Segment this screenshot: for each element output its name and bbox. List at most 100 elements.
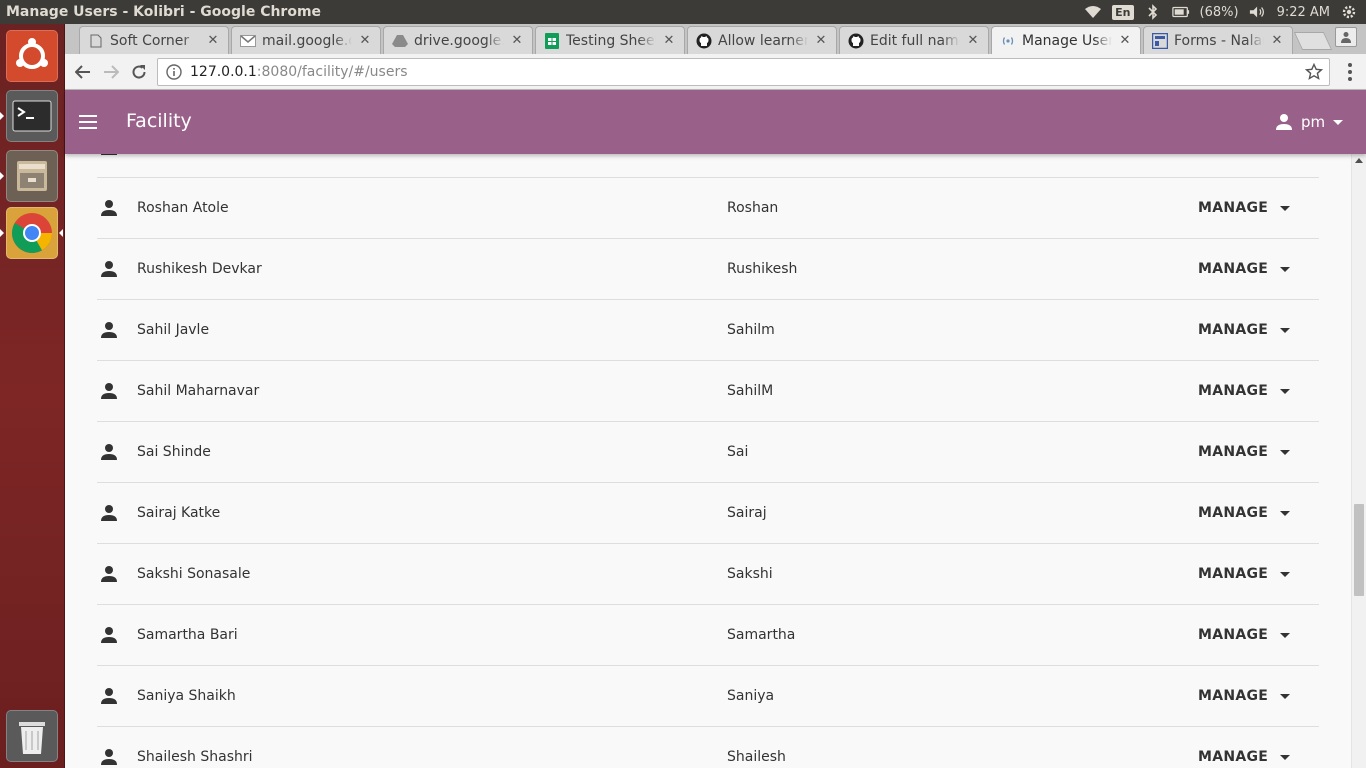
tab-testing-sheet[interactable]: Testing Sheet ✕ xyxy=(535,26,685,54)
chevron-down-icon xyxy=(1280,327,1291,333)
forward-arrow-icon[interactable] xyxy=(99,60,123,84)
trash-icon[interactable] xyxy=(6,710,58,762)
chevron-down-icon xyxy=(1280,388,1291,394)
manage-label: MANAGE xyxy=(1198,154,1268,155)
close-icon[interactable]: ✕ xyxy=(358,33,372,48)
tab-edit-full-name[interactable]: Edit full name ✕ xyxy=(839,26,989,54)
user-list: MANAGE Roshan Atole Roshan MANAGE Rushik… xyxy=(97,154,1319,768)
person-icon xyxy=(100,154,118,156)
back-arrow-icon[interactable] xyxy=(71,60,95,84)
manage-dropdown-button[interactable]: MANAGE xyxy=(1198,261,1291,277)
terminal-icon[interactable] xyxy=(6,90,58,142)
battery-icon[interactable] xyxy=(1171,4,1190,20)
person-icon xyxy=(100,199,118,217)
table-row: Sai Shinde Sai MANAGE xyxy=(97,422,1319,483)
manage-label: MANAGE xyxy=(1198,688,1269,704)
person-icon xyxy=(100,748,118,766)
manage-dropdown-button[interactable]: MANAGE xyxy=(1198,200,1291,216)
person-icon xyxy=(100,260,118,278)
tab-drive[interactable]: drive.google.com ✕ xyxy=(383,26,533,54)
user-username: Sairaj xyxy=(727,505,767,521)
manage-label: MANAGE xyxy=(1198,322,1269,338)
close-icon[interactable]: ✕ xyxy=(1270,33,1284,48)
github-icon xyxy=(848,33,864,49)
manage-dropdown-button[interactable]: MANAGE xyxy=(1198,505,1291,521)
manage-dropdown-button[interactable]: MANAGE xyxy=(1198,566,1291,582)
tab-gmail[interactable]: mail.google.com ✕ xyxy=(231,26,381,54)
table-row: Sakshi Sonasale Sakshi MANAGE xyxy=(97,544,1319,605)
chevron-down-icon xyxy=(1280,510,1291,516)
manage-dropdown-button[interactable]: MANAGE xyxy=(1198,154,1290,155)
user-menu-button[interactable]: pm xyxy=(1275,110,1344,134)
info-icon[interactable] xyxy=(166,64,182,80)
close-icon[interactable]: ✕ xyxy=(510,33,524,48)
address-bar[interactable]: 127.0.0.1:8080/facility/#/users xyxy=(157,58,1330,86)
chevron-down-icon xyxy=(1280,754,1291,760)
manage-dropdown-button[interactable]: MANAGE xyxy=(1198,627,1291,643)
profile-icon[interactable] xyxy=(1335,27,1357,47)
browser-menu-icon[interactable] xyxy=(1340,60,1360,84)
os-top-panel: Manage Users - Kolibri - Google Chrome E… xyxy=(0,0,1366,24)
person-icon xyxy=(100,565,118,583)
browser-tab-strip: Soft Corner ✕ mail.google.com ✕ drive.go… xyxy=(65,24,1366,54)
user-full-name: Sairaj Katke xyxy=(137,505,221,521)
close-icon[interactable]: ✕ xyxy=(966,33,980,48)
manage-dropdown-button[interactable]: MANAGE xyxy=(1198,383,1291,399)
volume-icon[interactable] xyxy=(1249,4,1267,20)
manage-label: MANAGE xyxy=(1198,627,1269,643)
manage-label: MANAGE xyxy=(1198,444,1269,460)
files-cabinet-icon[interactable] xyxy=(6,150,58,202)
user-username: Roshan xyxy=(727,200,779,216)
main-content: MANAGE Roshan Atole Roshan MANAGE Rushik… xyxy=(65,154,1351,768)
tab-label: Testing Sheet xyxy=(566,32,656,49)
manage-label: MANAGE xyxy=(1198,566,1269,582)
table-row: MANAGE xyxy=(97,154,1319,178)
hamburger-menu-icon[interactable] xyxy=(79,112,99,132)
tab-allow-learner[interactable]: Allow learner ✕ xyxy=(687,26,837,54)
close-icon[interactable]: ✕ xyxy=(1118,33,1132,48)
manage-dropdown-button[interactable]: MANAGE xyxy=(1198,322,1291,338)
manage-label: MANAGE xyxy=(1198,383,1269,399)
close-icon[interactable]: ✕ xyxy=(206,33,220,48)
loading-icon xyxy=(1000,33,1016,49)
close-icon[interactable]: ✕ xyxy=(814,33,828,48)
scroll-up-arrow-icon[interactable] xyxy=(1355,158,1363,163)
page-scrollbar[interactable] xyxy=(1351,154,1366,768)
user-full-name: Rushikesh Devkar xyxy=(137,261,262,277)
user-full-name: Saniya Shaikh xyxy=(137,688,236,704)
scrollbar-thumb[interactable] xyxy=(1354,504,1364,596)
chevron-down-icon xyxy=(1280,449,1291,455)
person-icon xyxy=(100,687,118,705)
wifi-icon[interactable] xyxy=(1084,4,1102,20)
tab-soft-corner[interactable]: Soft Corner ✕ xyxy=(79,26,229,54)
tab-forms[interactable]: Forms - Nalanda ✕ xyxy=(1143,26,1293,54)
manage-dropdown-button[interactable]: MANAGE xyxy=(1198,444,1291,460)
new-tab-button[interactable] xyxy=(1293,32,1333,50)
chrome-icon[interactable] xyxy=(6,207,58,259)
chevron-down-icon xyxy=(1280,266,1291,272)
files-running-indicator xyxy=(0,172,4,180)
ubuntu-dash-icon[interactable] xyxy=(6,30,58,82)
user-username: SahilM xyxy=(727,383,774,399)
manage-dropdown-button[interactable]: MANAGE xyxy=(1198,688,1291,704)
close-icon[interactable]: ✕ xyxy=(662,33,676,48)
url-path: :8080/facility/#/users xyxy=(256,64,408,80)
table-row: Samartha Bari Samartha MANAGE xyxy=(97,605,1319,666)
tab-manage-users[interactable]: Manage Users ✕ xyxy=(991,26,1141,54)
clock[interactable]: 9:22 AM xyxy=(1277,5,1330,20)
terminal-running-indicator xyxy=(0,112,4,120)
keyboard-language-indicator[interactable]: En xyxy=(1112,4,1134,20)
reload-icon[interactable] xyxy=(127,60,151,84)
user-username: Sai xyxy=(727,444,749,460)
manage-label: MANAGE xyxy=(1198,261,1269,277)
tab-label: Forms - Nalanda xyxy=(1174,32,1264,49)
manage-dropdown-button[interactable]: MANAGE xyxy=(1198,749,1291,765)
chrome-running-indicator xyxy=(0,229,4,237)
settings-gear-icon[interactable] xyxy=(1340,4,1358,20)
bluetooth-icon[interactable] xyxy=(1144,4,1162,20)
panel-indicators: En (68%) 9:22 AM xyxy=(1084,0,1366,24)
user-username: Shailesh xyxy=(727,749,786,765)
bookmark-star-icon[interactable] xyxy=(1304,62,1324,81)
github-icon xyxy=(696,33,712,49)
table-row: Roshan Atole Roshan MANAGE xyxy=(97,178,1319,239)
